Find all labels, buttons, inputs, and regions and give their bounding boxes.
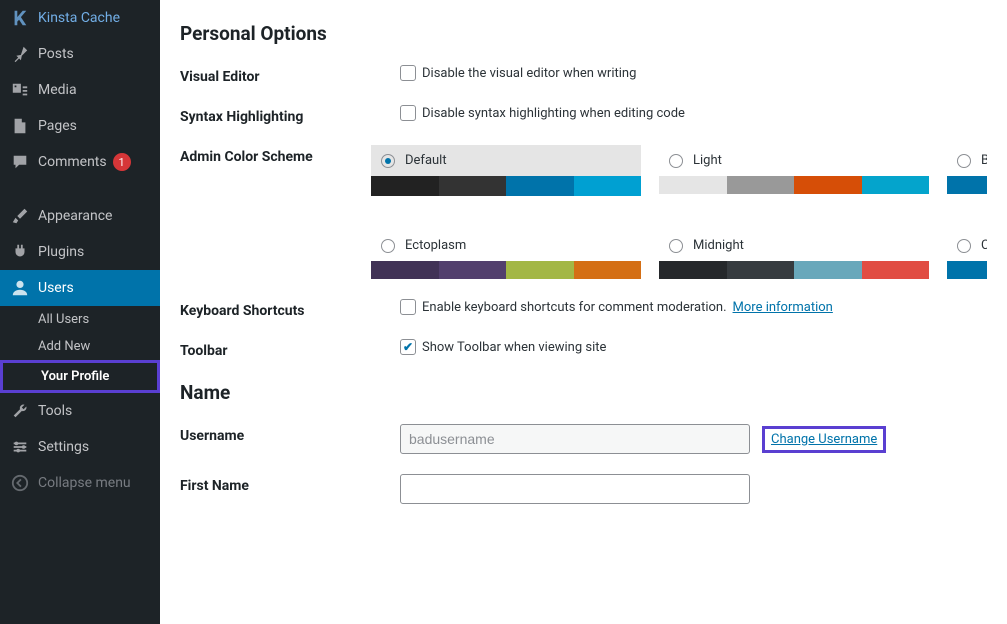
color-swatch — [659, 176, 929, 194]
menu-label: Collapse menu — [38, 475, 131, 491]
change-username-link[interactable]: Change Username — [762, 426, 886, 453]
user-icon — [10, 278, 30, 298]
menu-tools[interactable]: Tools — [0, 393, 160, 429]
menu-label: Users — [38, 280, 74, 296]
plug-icon — [10, 242, 30, 262]
show-toolbar-text: Show Toolbar when viewing site — [422, 340, 606, 355]
menu-plugins[interactable]: Plugins — [0, 234, 160, 270]
menu-posts[interactable]: Posts — [0, 36, 160, 72]
submenu-all-users[interactable]: All Users — [0, 306, 160, 333]
comments-badge: 1 — [113, 153, 131, 171]
scheme-midnight[interactable]: Midnight — [659, 230, 929, 279]
brush-icon — [10, 206, 30, 226]
radio-icon — [957, 154, 971, 168]
scheme-c[interactable]: C — [947, 230, 987, 279]
menu-media[interactable]: Media — [0, 72, 160, 108]
menu-comments[interactable]: Comments 1 — [0, 144, 160, 180]
keyboard-shortcuts-text: Enable keyboard shortcuts for comment mo… — [422, 300, 727, 315]
scheme-light[interactable]: Light — [659, 145, 929, 194]
radio-icon — [381, 154, 395, 168]
radio-icon — [381, 239, 395, 253]
media-icon — [10, 80, 30, 100]
first-name-label: First Name — [180, 474, 400, 494]
menu-label: Settings — [38, 439, 89, 455]
color-swatch — [659, 261, 929, 279]
profile-content: Personal Options Visual Editor Disable t… — [160, 0, 1007, 624]
show-toolbar-checkbox[interactable] — [400, 339, 416, 355]
menu-collapse[interactable]: Collapse menu — [0, 465, 160, 501]
radio-icon — [669, 154, 683, 168]
comment-icon — [10, 152, 30, 172]
menu-settings[interactable]: Settings — [0, 429, 160, 465]
menu-label: Appearance — [38, 208, 112, 224]
submenu-your-profile[interactable]: Your Profile — [0, 360, 160, 393]
disable-syntax-checkbox[interactable] — [400, 105, 416, 121]
personal-options-heading: Personal Options — [180, 22, 987, 45]
toolbar-label: Toolbar — [180, 339, 400, 359]
wrench-icon — [10, 401, 30, 421]
keyboard-shortcuts-label: Keyboard Shortcuts — [180, 299, 400, 319]
submenu-add-new[interactable]: Add New — [0, 333, 160, 360]
color-swatch — [371, 261, 641, 279]
admin-sidebar: Kinsta Cache Posts Media Pages Comments 1… — [0, 0, 160, 624]
scheme-default[interactable]: Default — [371, 145, 641, 194]
menu-appearance[interactable]: Appearance — [0, 198, 160, 234]
more-info-link[interactable]: More information — [733, 300, 833, 315]
sliders-icon — [10, 437, 30, 457]
disable-visual-text: Disable the visual editor when writing — [422, 66, 636, 81]
scheme-ectoplasm[interactable]: Ectoplasm — [371, 230, 641, 279]
first-name-input[interactable] — [400, 474, 750, 504]
color-schemes: Default Light B Ectoplasm Midnight C — [371, 145, 987, 279]
menu-label: Pages — [38, 118, 77, 134]
color-swatch — [371, 176, 641, 194]
admin-color-scheme-label: Admin Color Scheme — [180, 145, 371, 165]
username-input — [400, 424, 750, 454]
scheme-label: Light — [693, 153, 722, 168]
name-heading: Name — [180, 381, 987, 404]
color-swatch — [947, 176, 987, 194]
menu-pages[interactable]: Pages — [0, 108, 160, 144]
menu-label: Kinsta Cache — [38, 10, 120, 26]
menu-label: Media — [38, 82, 77, 98]
keyboard-shortcuts-checkbox[interactable] — [400, 299, 416, 315]
collapse-icon — [10, 473, 30, 493]
scheme-label: Default — [405, 153, 447, 168]
radio-icon — [957, 239, 971, 253]
menu-label: Tools — [38, 403, 72, 419]
disable-syntax-text: Disable syntax highlighting when editing… — [422, 106, 685, 121]
visual-editor-label: Visual Editor — [180, 65, 400, 85]
scheme-label: Ectoplasm — [405, 238, 466, 253]
syntax-highlighting-label: Syntax Highlighting — [180, 105, 400, 125]
username-label: Username — [180, 424, 400, 444]
radio-icon — [669, 239, 683, 253]
menu-label: Posts — [38, 46, 74, 62]
menu-label: Comments — [38, 154, 107, 170]
pin-icon — [10, 44, 30, 64]
scheme-b[interactable]: B — [947, 145, 987, 194]
disable-visual-checkbox[interactable] — [400, 65, 416, 81]
scheme-label: C — [981, 238, 987, 253]
kinsta-icon — [10, 8, 30, 28]
menu-users[interactable]: Users — [0, 270, 160, 306]
scheme-label: Midnight — [693, 238, 744, 253]
menu-kinsta-cache[interactable]: Kinsta Cache — [0, 0, 160, 36]
scheme-label: B — [981, 153, 987, 168]
menu-label: Plugins — [38, 244, 84, 260]
page-icon — [10, 116, 30, 136]
color-swatch — [947, 261, 987, 279]
